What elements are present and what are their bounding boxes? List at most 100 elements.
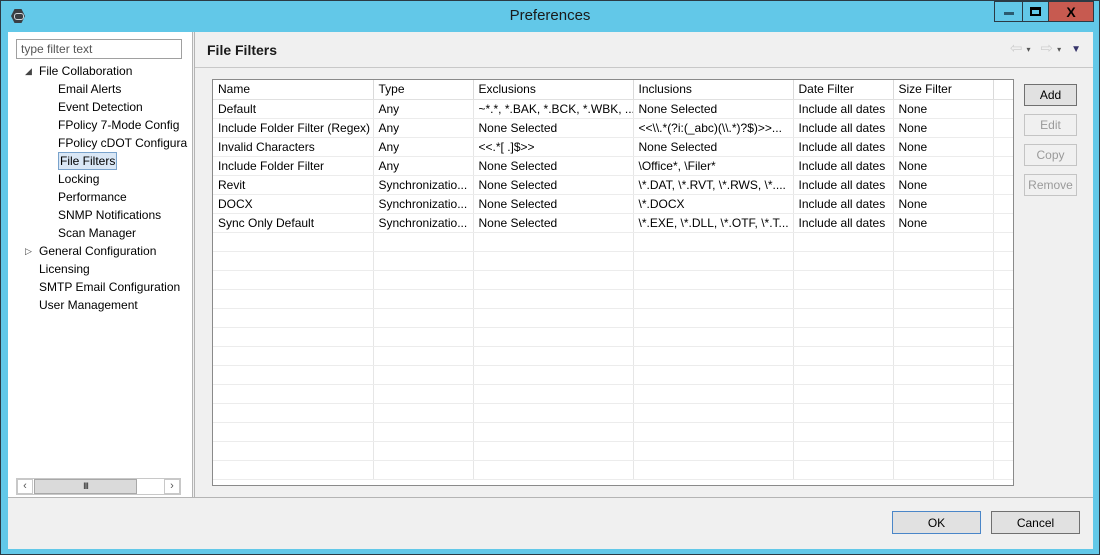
table-cell <box>473 327 634 347</box>
table-cell: Include all dates <box>793 99 894 119</box>
table-row[interactable]: Sync Only Default Synchronizatio... None S… <box>213 213 1013 233</box>
table-cell <box>373 308 474 328</box>
minimize-icon <box>1003 11 1014 15</box>
tree-horizontal-scrollbar[interactable]: ‹ III › <box>16 478 181 495</box>
table-cell <box>893 232 994 252</box>
tree-item[interactable]: Scan Manager <box>58 224 136 242</box>
table-cell: None Selected <box>633 99 794 119</box>
empty-table-row <box>213 460 1013 480</box>
tree-item[interactable]: SMTP Email Configuration <box>39 278 180 296</box>
close-button[interactable]: X <box>1048 1 1094 22</box>
maximize-button[interactable] <box>1022 1 1049 22</box>
table-cell <box>473 441 634 461</box>
table-cell: \*.DOCX <box>633 194 794 214</box>
table-cell <box>213 384 374 404</box>
tree-item[interactable]: User Management <box>39 296 138 314</box>
column-header-size-filter[interactable]: Size Filter <box>893 80 994 100</box>
table-cell <box>633 441 794 461</box>
table-row[interactable]: Include Folder Filter (Regex) Any None Sel… <box>213 118 1013 138</box>
ok-button[interactable]: OK <box>892 511 981 534</box>
tree-item-label: Scan Manager <box>58 226 137 240</box>
tree-item[interactable]: FPolicy cDOT Configura <box>58 134 187 152</box>
column-header-filler <box>993 80 1013 100</box>
table-cell <box>893 441 994 461</box>
tree-item[interactable]: ◢ File Collaboration <box>25 62 133 80</box>
copy-button[interactable]: Copy <box>1024 144 1077 166</box>
tree-item[interactable]: SNMP Notifications <box>58 206 161 224</box>
close-icon: X <box>1066 3 1076 20</box>
table-cell <box>793 422 894 442</box>
tree-item-label: Email Alerts <box>58 82 122 96</box>
tree-item[interactable]: Performance <box>58 188 127 206</box>
title-bar[interactable]: Preferences X <box>1 1 1099 32</box>
tree-item[interactable]: Locking <box>58 170 99 188</box>
table-cell: None <box>893 156 994 176</box>
cancel-button[interactable]: Cancel <box>991 511 1080 534</box>
tree-item[interactable]: ▷ General Configuration <box>25 242 156 260</box>
tree-item[interactable]: Licensing <box>39 260 90 278</box>
tree-item-label: File Collaboration <box>39 64 133 78</box>
table-cell: None Selected <box>473 194 634 214</box>
table-row[interactable]: DOCX Synchronizatio... None Selected \*.DOC… <box>213 194 1013 214</box>
tree-item[interactable]: File Filters <box>58 152 118 170</box>
table-cell: Synchronizatio... <box>373 213 474 233</box>
tree-collapsed-icon[interactable]: ▷ <box>25 242 33 260</box>
table-cell <box>993 118 1013 138</box>
table-cell: Include all dates <box>793 137 894 157</box>
back-history-dropdown-icon[interactable]: ▾ <box>1026 45 1030 54</box>
preferences-nav-pane: ◢ File Collaboration Email Alerts Event Det… <box>8 32 193 497</box>
table-cell <box>473 346 634 366</box>
table-row[interactable]: Include Folder Filter Any None Selected \Of… <box>213 156 1013 176</box>
tree-expanded-icon[interactable]: ◢ <box>25 62 33 80</box>
table-cell: DOCX <box>213 194 374 214</box>
edit-button[interactable]: Edit <box>1024 114 1077 136</box>
table-cell <box>993 346 1013 366</box>
minimize-button[interactable] <box>994 1 1023 22</box>
column-header-name[interactable]: Name <box>213 80 374 100</box>
table-row[interactable]: Revit Synchronizatio... None Selected \*.DA… <box>213 175 1013 195</box>
tree-item-label: FPolicy cDOT Configura <box>58 136 188 150</box>
table-cell <box>213 270 374 290</box>
add-button[interactable]: Add <box>1024 84 1077 106</box>
table-row[interactable]: Default Any ~*.*, *.BAK, *.BCK, *.WBK, ...… <box>213 99 1013 119</box>
column-header-date-filter[interactable]: Date Filter <box>793 80 894 100</box>
table-cell: None <box>893 137 994 157</box>
tree-item[interactable]: Email Alerts <box>58 80 121 98</box>
table-cell <box>213 308 374 328</box>
table-cell <box>373 422 474 442</box>
scroll-right-arrow-icon[interactable]: › <box>164 479 180 494</box>
scroll-left-arrow-icon[interactable]: ‹ <box>17 479 33 494</box>
tree-item[interactable]: Event Detection <box>58 98 143 116</box>
column-header-type[interactable]: Type <box>373 80 474 100</box>
table-cell <box>793 365 894 385</box>
column-header-inclusions[interactable]: Inclusions <box>633 80 794 100</box>
table-row[interactable]: Invalid Characters Any <<.*[ .]$>> None Sel… <box>213 137 1013 157</box>
preferences-window: Preferences X ◢ File Collaboration Email A… <box>0 0 1100 555</box>
forward-arrow-icon[interactable]: ⇨ <box>1041 41 1054 56</box>
view-menu-icon[interactable]: ▼ <box>1071 44 1081 55</box>
table-cell <box>373 232 474 252</box>
table-cell <box>993 403 1013 423</box>
scrollbar-thumb[interactable]: III <box>34 479 137 494</box>
back-arrow-icon[interactable]: ⇦ <box>1010 41 1023 56</box>
table-cell <box>633 384 794 404</box>
tree-item-label: SMTP Email Configuration <box>39 280 181 294</box>
empty-table-row <box>213 441 1013 461</box>
table-cell: Include all dates <box>793 118 894 138</box>
tree-item[interactable]: FPolicy 7-Mode Config <box>58 116 179 134</box>
table-cell <box>793 403 894 423</box>
table-cell: Default <box>213 99 374 119</box>
table-cell <box>473 289 634 309</box>
forward-history-dropdown-icon[interactable]: ▾ <box>1057 45 1061 54</box>
table-cell <box>373 251 474 271</box>
table-cell <box>993 270 1013 290</box>
column-header-exclusions[interactable]: Exclusions <box>473 80 634 100</box>
remove-button[interactable]: Remove <box>1024 174 1077 196</box>
table-cell <box>993 194 1013 214</box>
table-cell: \*.EXE, \*.DLL, \*.OTF, \*.T... <box>633 213 794 233</box>
table-cell: None Selected <box>473 156 634 176</box>
table-cell <box>793 270 894 290</box>
table-cell: Synchronizatio... <box>373 175 474 195</box>
filter-input[interactable] <box>16 39 182 59</box>
table-cell <box>373 270 474 290</box>
